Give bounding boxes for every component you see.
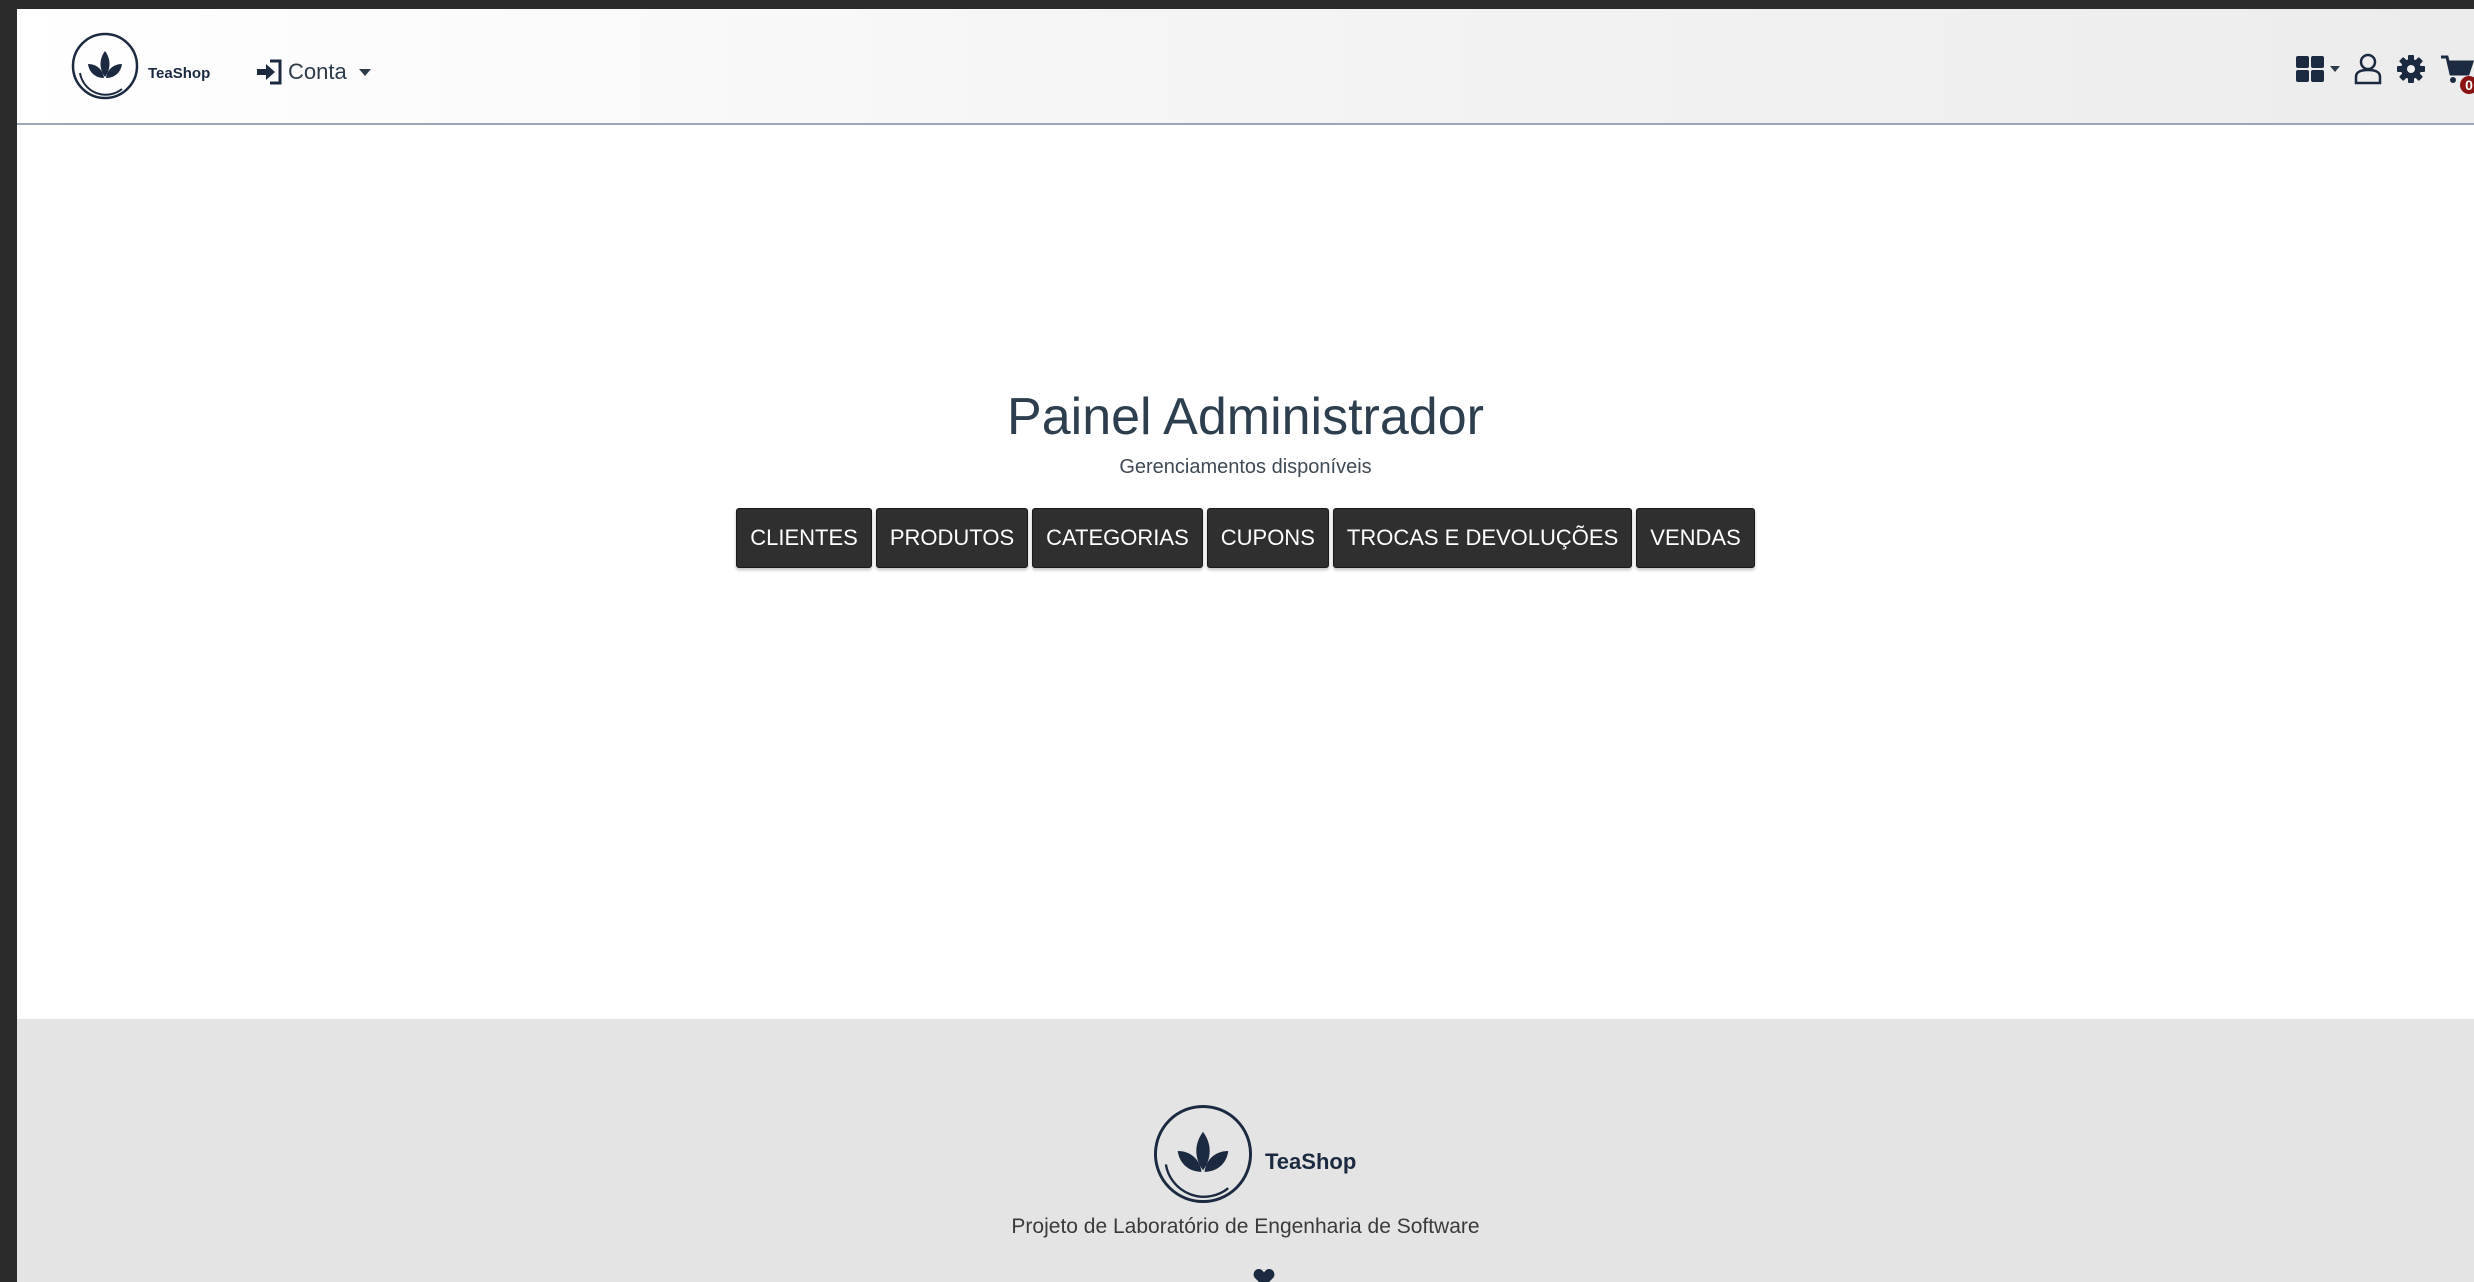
admin-panel: Painel Administrador Gerenciamentos disp… [17, 125, 2474, 1028]
trocas-devolucoes-button[interactable]: TROCAS E DEVOLUÇÕES [1332, 508, 1633, 568]
footer-brand: TeaShop [1151, 1102, 1356, 1206]
account-dropdown[interactable]: Conta [255, 59, 371, 85]
chevron-down-icon [358, 68, 371, 76]
brand-logo-link[interactable]: TeaShop [70, 31, 210, 101]
chevron-down-icon [2330, 66, 2340, 72]
teashop-logo-icon [71, 32, 139, 100]
apps-dropdown[interactable] [2295, 55, 2340, 83]
navbar: TeaShop Conta 0 [17, 9, 2474, 125]
categorias-button[interactable]: CATEGORIAS [1032, 508, 1203, 568]
cart-button[interactable]: 0 [2440, 54, 2474, 94]
clientes-button[interactable]: CLIENTES [736, 508, 872, 568]
footer: TeaShop Projeto de Laboratório de Engenh… [17, 1019, 2474, 1282]
grid-icon [2296, 56, 2324, 82]
brand-name: TeaShop [148, 64, 211, 82]
vendas-button[interactable]: VENDAS [1636, 508, 1755, 568]
page-title: Painel Administrador [1007, 388, 1484, 446]
cupons-button[interactable]: CUPONS [1206, 508, 1329, 568]
sign-in-icon [257, 59, 282, 85]
user-icon [2354, 53, 2382, 85]
footer-description: Projeto de Laboratório de Engenharia de … [1011, 1215, 1480, 1238]
teashop-logo-icon [1153, 1104, 1253, 1204]
cart-count-badge: 0 [2460, 76, 2474, 94]
browser-viewport: TeaShop Conta 0 Painel Administrador Ger… [17, 9, 2474, 1282]
user-profile-button[interactable] [2354, 53, 2382, 85]
page-subtitle: Gerenciamentos disponíveis [1119, 456, 1372, 478]
navbar-actions: 0 [2281, 53, 2474, 94]
management-buttons: CLIENTES PRODUTOS CATEGORIAS CUPONS TROC… [17, 508, 2474, 568]
account-label: Conta [288, 59, 347, 84]
gear-icon [2397, 55, 2425, 83]
footer-brand-name: TeaShop [1265, 1149, 1357, 1174]
heart-icon [1253, 1268, 1275, 1282]
produtos-button[interactable]: PRODUTOS [875, 508, 1029, 568]
settings-button[interactable] [2396, 54, 2426, 84]
